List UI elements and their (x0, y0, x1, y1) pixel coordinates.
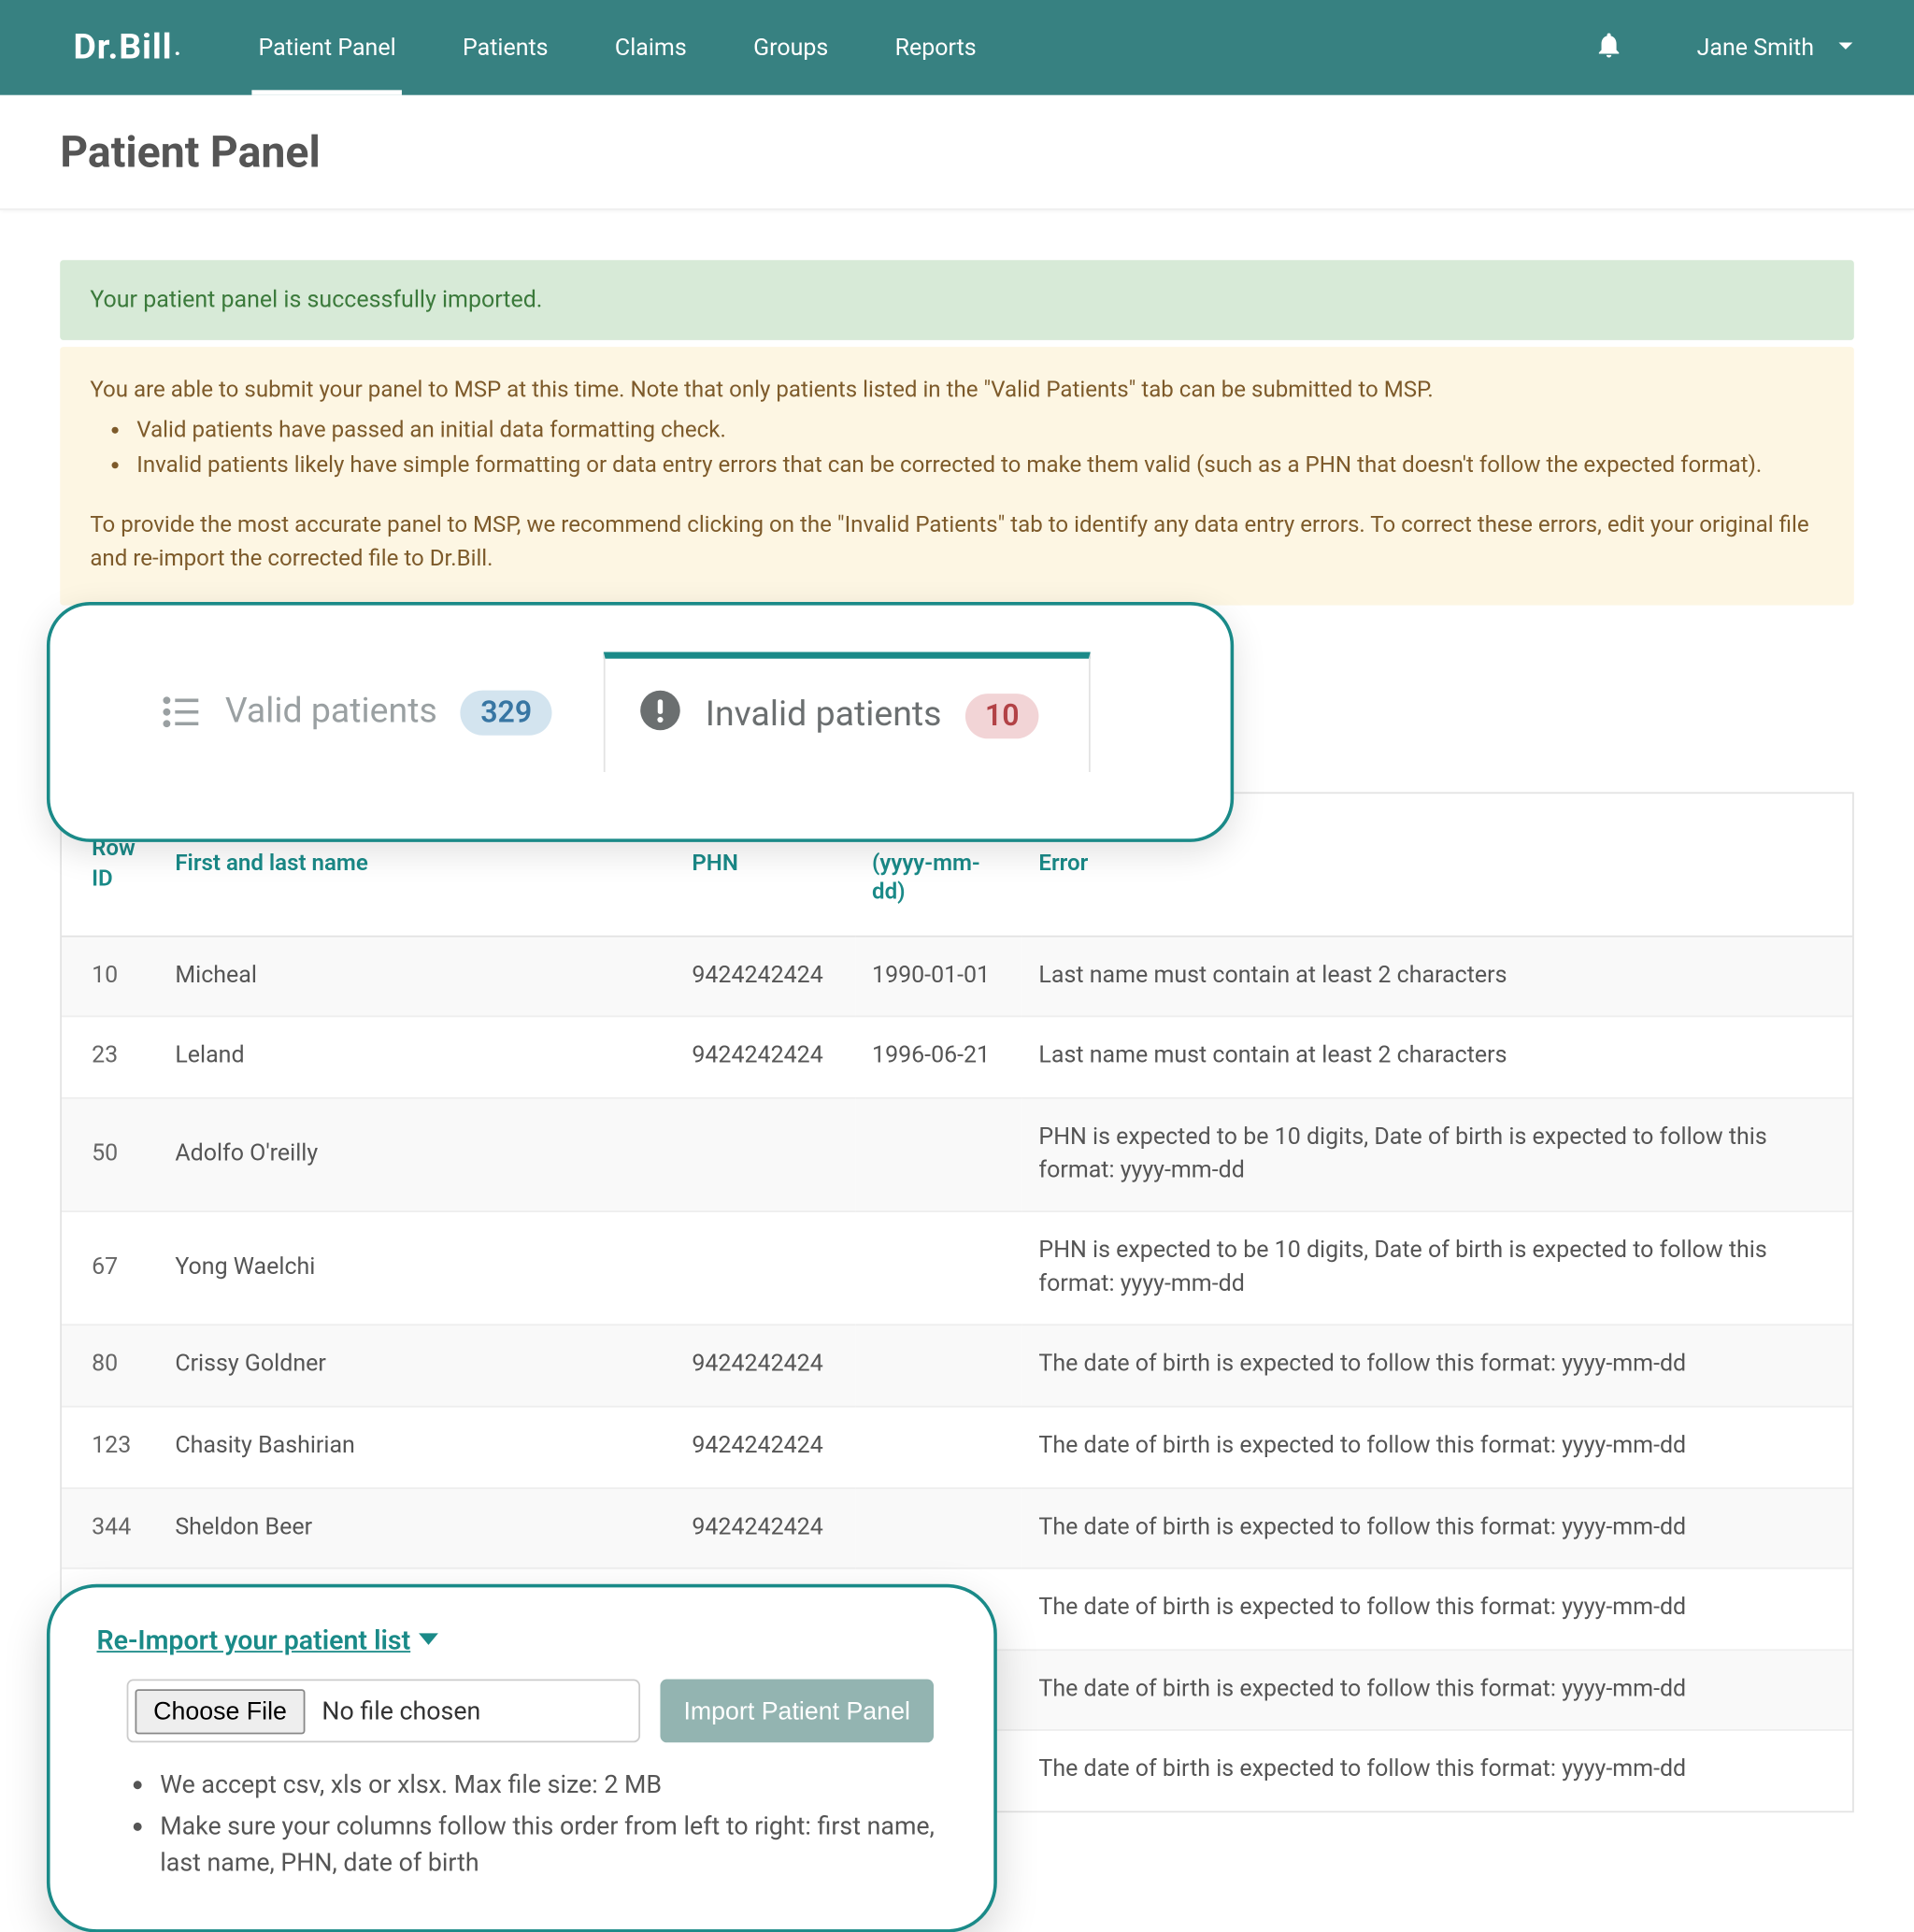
cell-rowid: 67 (62, 1212, 158, 1326)
reimport-toggle[interactable]: Re-Import your patient list (96, 1624, 440, 1656)
cell-name: Chasity Bashirian (158, 1407, 675, 1488)
cell-phn: 9424242424 (676, 937, 856, 1018)
top-navbar: Dr.Bill. Patient Panel Patients Claims G… (0, 0, 1914, 95)
cell-phn: 9424242424 (676, 1325, 856, 1407)
cell-rowid: 123 (62, 1407, 158, 1488)
chevron-down-icon (1837, 35, 1854, 62)
cell-error: The date of birth is expected to follow … (1022, 1325, 1852, 1407)
page-title: Patient Panel (60, 128, 1854, 179)
reimport-callout: Re-Import your patient list Choose File … (47, 1584, 997, 1932)
caret-down-icon (417, 1624, 440, 1656)
choose-file-button[interactable]: Choose File (136, 1688, 306, 1733)
tab-invalid-label: Invalid patients (706, 695, 942, 736)
nav-patients[interactable]: Patients (456, 0, 555, 95)
cell-name: Crissy Goldner (158, 1325, 675, 1407)
user-menu[interactable]: Jane Smith (1697, 35, 1854, 62)
cell-error: Last name must contain at least 2 charac… (1022, 937, 1852, 1018)
cell-dob (855, 1407, 1021, 1488)
cell-name: Leland (158, 1017, 675, 1098)
cell-name: Micheal (158, 937, 675, 1018)
cell-dob (855, 1098, 1021, 1212)
alert-circle-icon (638, 689, 681, 742)
cell-phn: 9424242424 (676, 1407, 856, 1488)
cell-phn (676, 1098, 856, 1212)
import-panel-button[interactable]: Import Patient Panel (660, 1679, 933, 1742)
invalid-count-badge: 10 (964, 694, 1039, 738)
table-row: 80Crissy Goldner9424242424 The date of bi… (62, 1325, 1852, 1407)
list-icon (162, 695, 202, 729)
nav-links: Patient Panel Patients Claims Groups Rep… (251, 0, 982, 95)
cell-name: Sheldon Beer (158, 1488, 675, 1569)
valid-count-badge: 329 (461, 690, 552, 735)
file-input[interactable]: Choose File No file chosen (127, 1679, 640, 1742)
cell-name: Yong Waelchi (158, 1212, 675, 1326)
notifications-icon[interactable] (1593, 29, 1623, 65)
cell-dob (855, 1488, 1021, 1569)
table-row: 23Leland94242424241996-06-21Last name mu… (62, 1017, 1852, 1098)
cell-error: The date of birth is expected to follow … (1022, 1731, 1852, 1811)
alert-success: Your patient panel is successfully impor… (60, 260, 1854, 340)
cell-phn: 9424242424 (676, 1488, 856, 1569)
cell-error: PHN is expected to be 10 digits, Date of… (1022, 1212, 1852, 1326)
table-row: 67Yong Waelchi PHN is expected to be 10 d… (62, 1212, 1852, 1326)
tab-valid-label: Valid patients (225, 693, 437, 733)
cell-rowid: 344 (62, 1488, 158, 1569)
cell-error: The date of birth is expected to follow … (1022, 1650, 1852, 1731)
tabs-callout: Valid patients 329 Invalid patients 10 (47, 602, 1234, 842)
cell-error: Last name must contain at least 2 charac… (1022, 1017, 1852, 1098)
nav-claims[interactable]: Claims (608, 0, 693, 95)
table-row: 50Adolfo O'reilly PHN is expected to be 1… (62, 1098, 1852, 1212)
user-name: Jane Smith (1697, 35, 1814, 62)
cell-name: Adolfo O'reilly (158, 1098, 675, 1212)
cell-dob: 1990-01-01 (855, 937, 1021, 1018)
cell-rowid: 50 (62, 1098, 158, 1212)
cell-error: The date of birth is expected to follow … (1022, 1568, 1852, 1650)
table-row: 10Micheal94242424241990-01-01Last name m… (62, 937, 1852, 1018)
table-row: 123Chasity Bashirian9424242424 The date o… (62, 1407, 1852, 1488)
cell-error: The date of birth is expected to follow … (1022, 1407, 1852, 1488)
tab-invalid-patients[interactable]: Invalid patients 10 (604, 652, 1091, 772)
page-header: Patient Panel (0, 95, 1914, 210)
no-file-text: No file chosen (321, 1696, 480, 1725)
alert-warning: You are able to submit your panel to MSP… (60, 347, 1854, 606)
nav-reports[interactable]: Reports (888, 0, 982, 95)
cell-dob (855, 1212, 1021, 1326)
cell-rowid: 10 (62, 937, 158, 1018)
cell-dob (855, 1325, 1021, 1407)
cell-rowid: 80 (62, 1325, 158, 1407)
cell-phn: 9424242424 (676, 1017, 856, 1098)
cell-error: PHN is expected to be 10 digits, Date of… (1022, 1098, 1852, 1212)
nav-patient-panel[interactable]: Patient Panel (251, 0, 402, 95)
cell-error: The date of birth is expected to follow … (1022, 1488, 1852, 1569)
reimport-notes: We accept csv, xls or xlsx. Max file siz… (127, 1766, 948, 1882)
cell-rowid: 23 (62, 1017, 158, 1098)
nav-groups[interactable]: Groups (747, 0, 835, 95)
cell-dob: 1996-06-21 (855, 1017, 1021, 1098)
logo[interactable]: Dr.Bill. (73, 27, 181, 67)
cell-phn (676, 1212, 856, 1326)
tab-valid-patients[interactable]: Valid patients 329 (127, 652, 604, 772)
table-row: 344Sheldon Beer9424242424 The date of bir… (62, 1488, 1852, 1569)
